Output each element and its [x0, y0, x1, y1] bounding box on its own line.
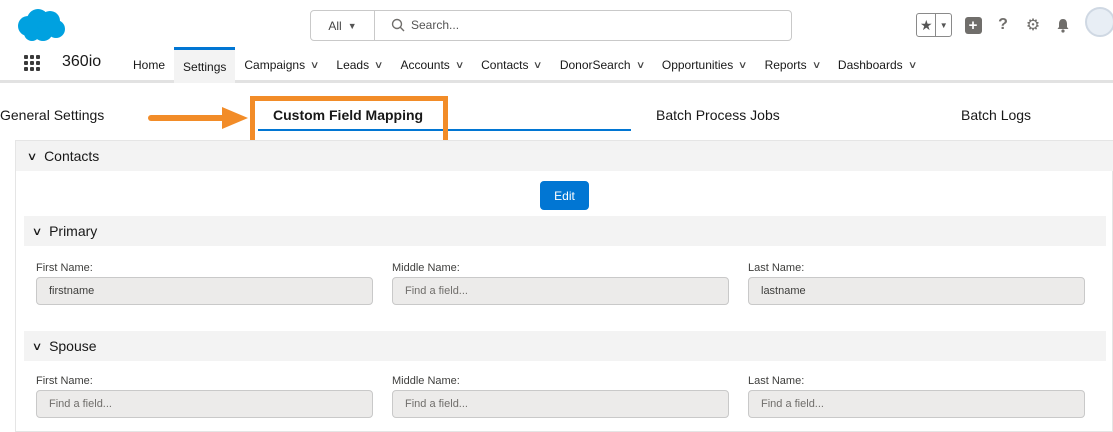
plus-icon: +: [964, 16, 982, 34]
primary-last-name-field: Last Name:: [748, 262, 1085, 305]
search-input[interactable]: [411, 14, 771, 36]
spouse-first-name-input[interactable]: [36, 390, 373, 418]
chevron-down-icon: ∨: [31, 340, 43, 353]
favorites-dropdown-icon[interactable]: ▼: [936, 14, 951, 36]
spouse-last-name-input[interactable]: [748, 390, 1085, 418]
chevron-down-icon[interactable]: ∨: [533, 60, 543, 71]
spouse-first-name-field: First Name:: [36, 375, 373, 418]
chevron-down-icon: ∨: [31, 225, 43, 238]
field-label: First Name:: [36, 262, 93, 274]
primary-first-name-input[interactable]: [36, 277, 373, 305]
spouse-last-name-field: Last Name:: [748, 375, 1085, 418]
nav-item-home[interactable]: Home: [124, 47, 174, 83]
spouse-middle-name-input[interactable]: [392, 390, 729, 418]
favorites-button[interactable]: ★ ▼: [916, 13, 952, 37]
field-label: Middle Name:: [392, 262, 460, 274]
field-label: Last Name:: [748, 262, 805, 274]
contacts-section-header[interactable]: ∨ Contacts: [16, 141, 1113, 171]
chevron-down-icon: ∨: [26, 150, 38, 163]
nav-item-label: Dashboards: [837, 58, 903, 72]
star-icon[interactable]: ★: [917, 14, 937, 36]
nav-item-donorsearch[interactable]: DonorSearch ∨: [551, 47, 653, 83]
primary-middle-name-field: Middle Name:: [392, 262, 729, 305]
nav-item-campaigns[interactable]: Campaigns ∨: [235, 47, 327, 83]
chevron-down-icon[interactable]: ∨: [738, 60, 748, 71]
primary-middle-name-input[interactable]: [392, 277, 729, 305]
nav-item-label: Campaigns: [244, 58, 306, 72]
global-search[interactable]: All ▼: [310, 10, 792, 41]
app-name: 360io: [62, 53, 102, 70]
nav-item-label: Settings: [183, 59, 227, 74]
nav-item-label: Leads: [336, 58, 370, 72]
chevron-down-icon[interactable]: ∨: [635, 60, 645, 71]
tab-batch-process-jobs[interactable]: Batch Process Jobs: [656, 107, 780, 123]
nav-item-label: Contacts: [481, 58, 529, 72]
search-icon: [391, 18, 405, 32]
nav-item-label: Home: [133, 58, 166, 72]
chevron-down-icon[interactable]: ∨: [374, 60, 384, 71]
help-icon[interactable]: ?: [994, 16, 1012, 34]
chevron-down-icon[interactable]: ∨: [455, 60, 465, 71]
annotation-highlight-box: [250, 96, 448, 146]
caret-down-icon: ▼: [347, 20, 357, 31]
nav-item-label: Accounts: [400, 58, 450, 72]
notifications-bell-icon[interactable]: [1054, 16, 1072, 34]
user-avatar[interactable]: [1085, 7, 1113, 37]
search-scope-dropdown[interactable]: All ▼: [311, 11, 375, 40]
nav-item-label: DonorSearch: [559, 58, 631, 72]
app-nav-bar: 360io Home Settings Campaigns ∨ Leads ∨ Accoun…: [0, 47, 1113, 83]
nav-item-dashboards[interactable]: Dashboards ∨: [829, 47, 925, 83]
header-icons: ★ ▼ + ? ⚙: [916, 11, 1072, 39]
field-label: First Name:: [36, 375, 93, 387]
spouse-section-header[interactable]: ∨ Spouse: [24, 331, 1106, 361]
chevron-down-icon[interactable]: ∨: [908, 60, 918, 71]
primary-first-name-field: First Name:: [36, 262, 373, 305]
spouse-middle-name-field: Middle Name:: [392, 375, 729, 418]
tab-batch-logs[interactable]: Batch Logs: [961, 107, 1031, 123]
nav-item-accounts[interactable]: Accounts ∨: [391, 47, 472, 83]
nav-item-contacts[interactable]: Contacts ∨: [472, 47, 551, 83]
primary-section-header[interactable]: ∨ Primary: [24, 216, 1106, 246]
section-title: Contacts: [44, 148, 100, 164]
section-title: Spouse: [49, 338, 97, 354]
section-title: Primary: [49, 223, 98, 239]
app-launcher-icon[interactable]: [24, 55, 40, 71]
annotation-arrow-icon: [148, 107, 248, 129]
field-label: Middle Name:: [392, 375, 460, 387]
field-label: Last Name:: [748, 375, 805, 387]
global-actions-button[interactable]: +: [964, 16, 982, 34]
nav-item-settings[interactable]: Settings: [174, 47, 236, 83]
search-scope-label: All: [328, 18, 342, 33]
chevron-down-icon[interactable]: ∨: [811, 60, 821, 71]
nav-item-opportunities[interactable]: Opportunities ∨: [653, 47, 756, 83]
edit-button[interactable]: Edit: [540, 181, 589, 210]
nav-items: Home Settings Campaigns ∨ Leads ∨ Accounts ∨ Con…: [124, 47, 925, 83]
setup-gear-icon[interactable]: ⚙: [1024, 16, 1042, 34]
chevron-down-icon[interactable]: ∨: [310, 60, 320, 71]
salesforce-logo[interactable]: [14, 8, 66, 44]
nav-item-label: Reports: [764, 58, 807, 72]
nav-item-leads[interactable]: Leads ∨: [327, 47, 391, 83]
global-header: All ▼ ★ ▼ + ? ⚙: [0, 0, 1113, 47]
nav-item-label: Opportunities: [661, 58, 734, 72]
contacts-mapping-panel: ∨ Contacts Edit ∨ Primary First Name: Mi…: [15, 140, 1113, 432]
tab-general-settings[interactable]: General Settings: [0, 107, 104, 123]
primary-last-name-input[interactable]: [748, 277, 1085, 305]
nav-item-reports[interactable]: Reports ∨: [756, 47, 829, 83]
